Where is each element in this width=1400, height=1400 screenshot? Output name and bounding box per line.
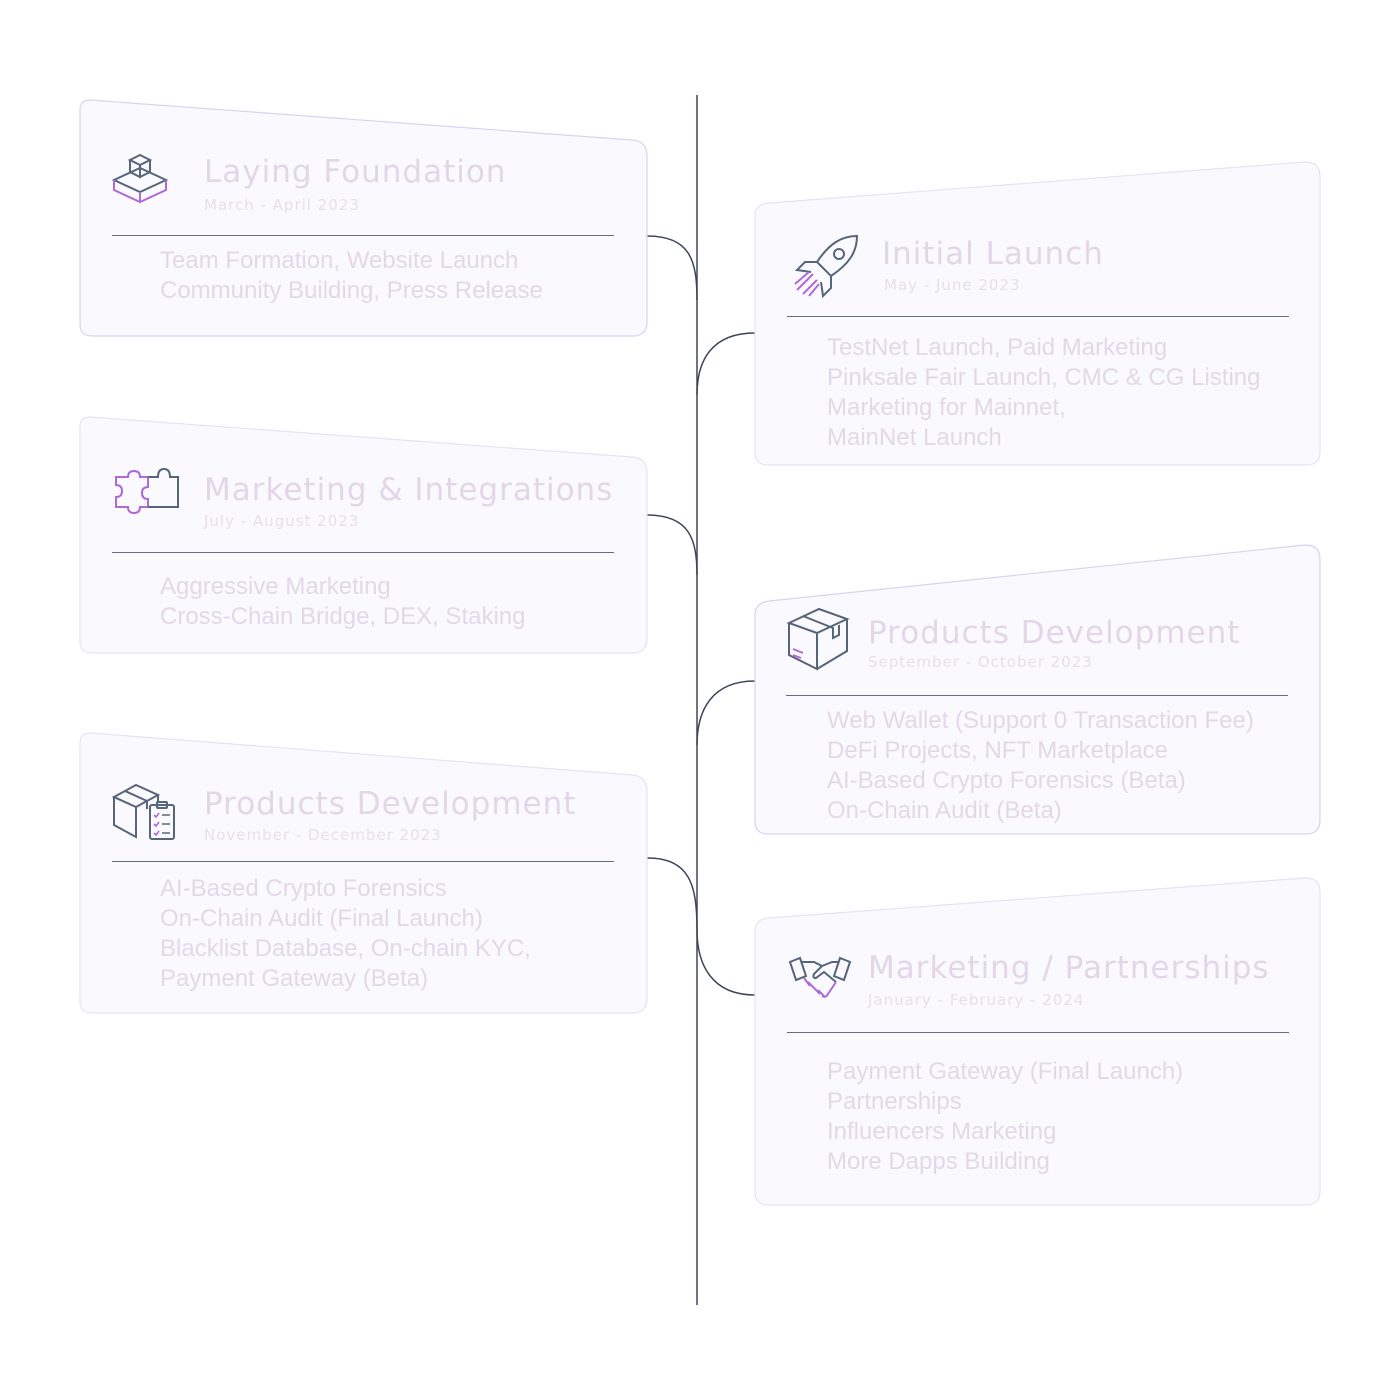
phase-divider <box>112 552 614 553</box>
phase-title: Initial Launch <box>882 236 1104 272</box>
phase-divider <box>112 235 614 236</box>
connector-marketing-integrations <box>646 514 698 576</box>
phase-item: Cross-Chain Bridge, DEX, Staking <box>160 603 526 630</box>
phase-item: On-Chain Audit (Beta) <box>827 797 1062 824</box>
phase-date: March - April 2023 <box>204 196 360 214</box>
phase-title: Marketing / Partnerships <box>868 950 1270 986</box>
phase-item: AI-Based Crypto Forensics (Beta) <box>827 767 1186 794</box>
phase-card-marketing-partnerships: Marketing / Partnerships January - Febru… <box>754 877 1321 1206</box>
connector-products-development-2 <box>646 857 698 931</box>
phase-item: AI-Based Crypto Forensics <box>160 875 447 902</box>
phase-card-initial-launch: Initial Launch May - June 2023 TestNet L… <box>754 161 1321 466</box>
phase-item: Aggressive Marketing <box>160 573 391 600</box>
phase-item: Marketing for Mainnet, <box>827 394 1066 421</box>
phase-item: TestNet Launch, Paid Marketing <box>827 334 1168 361</box>
phase-item: Team Formation, Website Launch <box>160 247 519 274</box>
package-icon <box>785 605 851 675</box>
phase-item: Partnerships <box>827 1088 962 1115</box>
phase-item-list: TestNet Launch, Paid Marketing Pinksale … <box>827 333 1261 453</box>
connector-initial-launch <box>696 332 756 396</box>
phase-item-list: Web Wallet (Support 0 Transaction Fee) D… <box>827 706 1254 826</box>
phase-divider <box>112 861 614 862</box>
connector-laying-foundation <box>646 235 698 301</box>
phase-item-list: Aggressive Marketing Cross-Chain Bridge,… <box>160 572 525 632</box>
phase-date: November - December 2023 <box>204 826 442 844</box>
phase-item: Payment Gateway (Beta) <box>160 965 429 992</box>
building-blocks-icon <box>110 150 170 210</box>
phase-card-laying-foundation: Laying Foundation March - April 2023 Tea… <box>79 99 648 337</box>
phase-title: Products Development <box>868 615 1241 651</box>
connector-products-development-1 <box>696 680 756 746</box>
phase-divider <box>787 316 1289 317</box>
phase-card-products-development-nov-dec: Products Development November - December… <box>79 732 648 1014</box>
phase-item-list: AI-Based Crypto Forensics On-Chain Audit… <box>160 874 531 994</box>
phase-item: Payment Gateway (Final Launch) <box>827 1058 1184 1085</box>
phase-item: Pinksale Fair Launch, CMC & CG Listing <box>827 364 1261 391</box>
phase-date: September - October 2023 <box>868 653 1093 671</box>
phase-divider <box>786 695 1288 696</box>
phase-date: May - June 2023 <box>884 276 1021 294</box>
phase-item-list: Team Formation, Website Launch Community… <box>160 246 543 306</box>
phase-item-list: Payment Gateway (Final Launch) Partnersh… <box>827 1057 1183 1177</box>
handshake-icon <box>788 956 852 1008</box>
phase-card-products-development-sep-oct: Products Development September - October… <box>754 544 1321 835</box>
rocket-icon <box>791 234 859 306</box>
phase-date: July - August 2023 <box>204 512 360 530</box>
phase-title: Products Development <box>204 786 577 822</box>
phase-date: January - February - 2024 <box>868 991 1085 1009</box>
phase-card-marketing-integrations: Marketing & Integrations July - August 2… <box>79 416 648 654</box>
package-checklist-icon <box>111 783 178 847</box>
phase-item: More Dapps Building <box>827 1148 1050 1175</box>
phase-divider <box>787 1032 1289 1033</box>
phase-item: Influencers Marketing <box>827 1118 1057 1145</box>
phase-item: DeFi Projects, NFT Marketplace <box>827 737 1168 764</box>
connector-marketing-partnerships <box>696 929 756 996</box>
phase-item: On-Chain Audit (Final Launch) <box>160 905 483 932</box>
puzzle-icon <box>114 467 180 521</box>
phase-item: MainNet Launch <box>827 424 1002 451</box>
phase-item: Blacklist Database, On-chain KYC, <box>160 935 531 962</box>
phase-title: Marketing & Integrations <box>204 472 614 508</box>
phase-item: Community Building, Press Release <box>160 277 543 304</box>
phase-title: Laying Foundation <box>204 154 507 190</box>
phase-item: Web Wallet (Support 0 Transaction Fee) <box>827 707 1254 734</box>
